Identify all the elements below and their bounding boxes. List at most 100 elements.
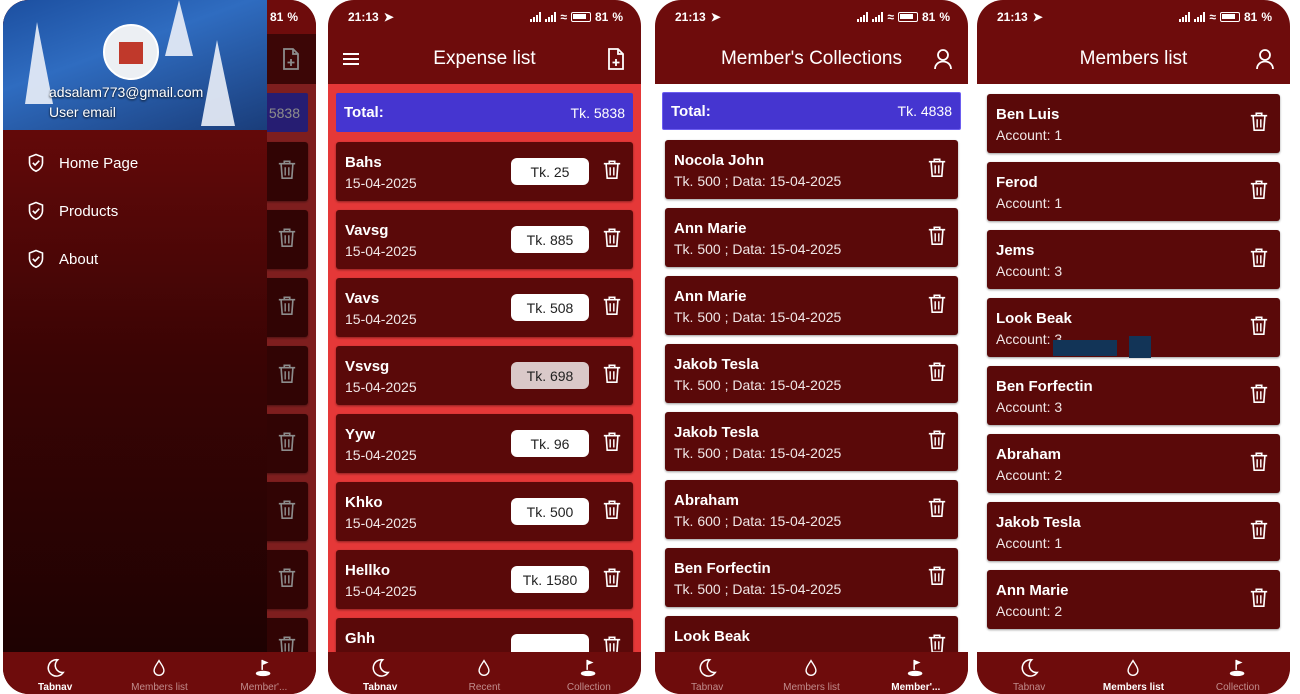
drawer-scrim[interactable]	[267, 34, 316, 652]
flag-icon	[578, 657, 600, 679]
list-item[interactable]: Vsvsg 15-04-2025 Tk. 698	[336, 346, 633, 405]
nav-item[interactable]: Tabnav	[3, 652, 107, 694]
nav-label: Tabnav	[691, 682, 724, 693]
list-item[interactable]: Ben Forfectin Account: 3	[987, 366, 1280, 425]
drop-icon	[800, 657, 822, 679]
trash-icon[interactable]	[602, 227, 624, 251]
user-icon[interactable]	[1252, 46, 1278, 72]
drawer-item-about[interactable]: About	[27, 247, 98, 271]
list-item[interactable]: Bahs 15-04-2025 Tk. 25	[336, 142, 633, 201]
trash-icon[interactable]	[927, 565, 949, 589]
trash-icon[interactable]	[927, 429, 949, 453]
redaction-block	[1129, 336, 1151, 358]
trash-icon[interactable]	[602, 295, 624, 319]
telegram-icon: ➤	[710, 10, 721, 24]
trash-icon[interactable]	[1249, 451, 1271, 475]
item-detail: 15-04-2025	[345, 175, 417, 191]
list-item[interactable]: Ann Marie Tk. 500 ; Data: 15-04-2025	[665, 208, 958, 267]
total-label: Total:	[344, 104, 384, 121]
item-name: Abraham	[674, 492, 740, 509]
list-item[interactable]: Hellko 15-04-2025 Tk. 1580	[336, 550, 633, 609]
wifi-icon: ≈	[887, 10, 894, 24]
page-title: Member's Collections	[720, 48, 903, 69]
trash-icon[interactable]	[602, 431, 624, 455]
list-item[interactable]: Yyw 15-04-2025 Tk. 96	[336, 414, 633, 473]
list-item[interactable]: Ferod Account: 1	[987, 162, 1280, 221]
add-file-icon[interactable]	[603, 46, 629, 72]
trash-icon[interactable]	[1249, 383, 1271, 407]
item-name: Jakob Tesla	[674, 356, 759, 373]
flag-icon	[905, 657, 927, 679]
trash-icon[interactable]	[602, 567, 624, 591]
list-item[interactable]: Abraham Account: 2	[987, 434, 1280, 493]
nav-item[interactable]: Collection	[1186, 652, 1290, 694]
amount-pill: Tk. 508	[511, 294, 589, 321]
item-detail: Tk. 500 ; Data: 15-04-2025	[674, 173, 842, 189]
nav-item[interactable]: Members list	[107, 652, 211, 694]
amount-pill: Tk. 698	[511, 362, 589, 389]
nav-item[interactable]: Collection	[537, 652, 641, 694]
list-item[interactable]: Ann Marie Tk. 500 ; Data: 15-04-2025	[665, 276, 958, 335]
item-detail: Account: 3	[996, 399, 1063, 415]
list-item[interactable]: Ann Marie Account: 2	[987, 570, 1280, 629]
nav-label: Tabnav	[363, 682, 398, 693]
nav-item[interactable]: Recent	[432, 652, 536, 694]
list-item[interactable]: Look Beak	[665, 616, 958, 652]
list-item[interactable]: Vavs 15-04-2025 Tk. 508	[336, 278, 633, 337]
trash-icon[interactable]	[1249, 111, 1271, 135]
item-name: Jakob Tesla	[996, 514, 1081, 531]
list-item[interactable]: Abraham Tk. 600 ; Data: 15-04-2025	[665, 480, 958, 539]
nav-item[interactable]: Tabnav	[328, 652, 432, 694]
drawer-item-home-page[interactable]: Home Page	[27, 151, 138, 175]
nav-item[interactable]: Members list	[759, 652, 863, 694]
trash-icon[interactable]	[927, 633, 949, 652]
trash-icon[interactable]	[1249, 519, 1271, 543]
menu-icon[interactable]	[338, 46, 364, 72]
battery-level: 81	[594, 10, 609, 24]
nav-item[interactable]: Tabnav	[977, 652, 1081, 694]
trash-icon[interactable]	[927, 225, 949, 249]
list-item[interactable]: Ghh	[336, 618, 633, 652]
trash-icon[interactable]	[927, 361, 949, 385]
trash-icon[interactable]	[1249, 247, 1271, 271]
list-item[interactable]: Ben Luis Account: 1	[987, 94, 1280, 153]
nav-label: Members list	[783, 682, 840, 693]
item-name: Vavsg	[345, 222, 389, 239]
trash-icon[interactable]	[602, 635, 624, 652]
list-item[interactable]: Jakob Tesla Tk. 500 ; Data: 15-04-2025	[665, 412, 958, 471]
list-item[interactable]: Nocola John Tk. 500 ; Data: 15-04-2025	[665, 140, 958, 199]
list-item[interactable]: Khko 15-04-2025 Tk. 500	[336, 482, 633, 541]
status-time: 21:13	[675, 10, 706, 24]
trash-icon[interactable]	[927, 293, 949, 317]
item-detail: Tk. 500 ; Data: 15-04-2025	[674, 377, 842, 393]
trash-icon[interactable]	[1249, 587, 1271, 611]
nav-item[interactable]: Member'...	[864, 652, 968, 694]
redaction-block	[1053, 340, 1117, 356]
nav-item[interactable]: Member'...	[212, 652, 316, 694]
trash-icon[interactable]	[927, 497, 949, 521]
nav-label: Member'...	[891, 682, 941, 693]
list-item[interactable]: Jakob Tesla Account: 1	[987, 502, 1280, 561]
trash-icon[interactable]	[927, 157, 949, 181]
list-item[interactable]: Vavsg 15-04-2025 Tk. 885	[336, 210, 633, 269]
trash-icon[interactable]	[602, 499, 624, 523]
nav-item[interactable]: Members list	[1081, 652, 1185, 694]
list-item[interactable]: Jems Account: 3	[987, 230, 1280, 289]
trash-icon[interactable]	[1249, 315, 1271, 339]
moon-icon	[1018, 657, 1040, 679]
item-detail: 15-04-2025	[345, 379, 417, 395]
user-icon[interactable]	[930, 46, 956, 72]
telegram-icon: ➤	[1032, 10, 1043, 24]
drop-icon	[473, 657, 495, 679]
list-item[interactable]: Ben Forfectin Tk. 500 ; Data: 15-04-2025	[665, 548, 958, 607]
drawer-item-products[interactable]: Products	[27, 199, 118, 223]
wifi-icon: ≈	[1209, 10, 1216, 24]
members-list: Ben Luis Account: 1 Ferod Account: 1 Jems Acc…	[977, 84, 1290, 652]
trash-icon[interactable]	[1249, 179, 1271, 203]
nav-item[interactable]: Tabnav	[655, 652, 759, 694]
list-item[interactable]: Jakob Tesla Tk. 500 ; Data: 15-04-2025	[665, 344, 958, 403]
item-name: Ben Forfectin	[996, 378, 1093, 395]
nav-label: Tabnav	[38, 682, 73, 693]
trash-icon[interactable]	[602, 159, 624, 183]
trash-icon[interactable]	[602, 363, 624, 387]
